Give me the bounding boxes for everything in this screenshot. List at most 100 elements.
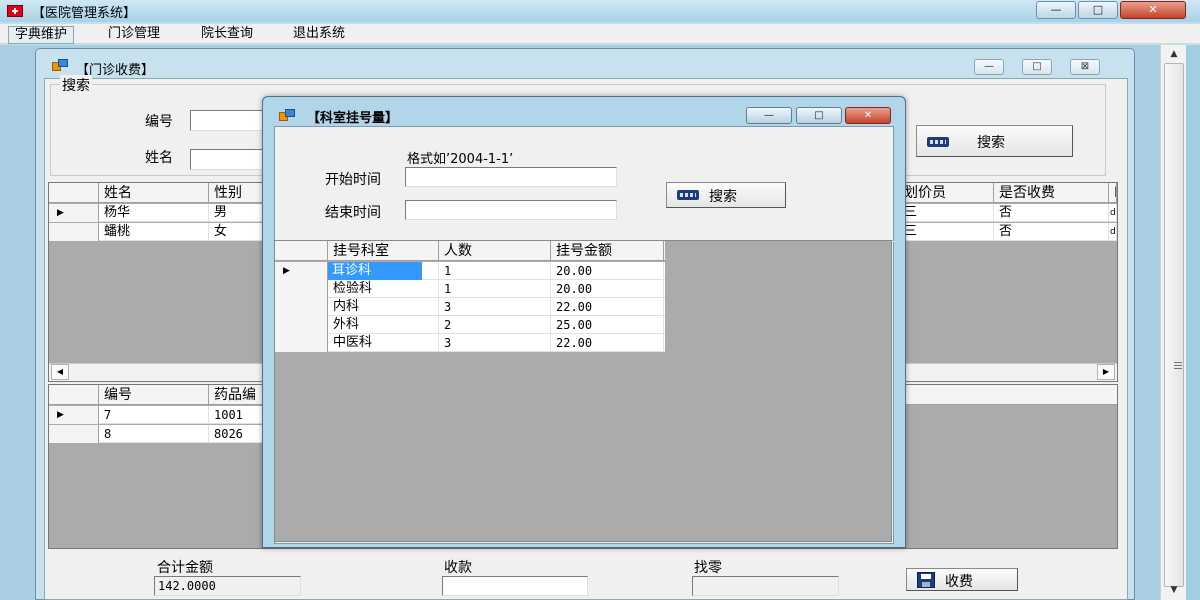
form-icon (279, 109, 295, 121)
menu-item-outpatient[interactable]: 门诊管理 (102, 26, 166, 42)
row-header[interactable]: ▶ (275, 262, 328, 280)
patient-pricer-cell[interactable]: 三 (899, 204, 994, 222)
patient-name-cell[interactable]: 蟠桃 (99, 223, 209, 241)
start-time-field[interactable] (405, 167, 617, 187)
table-row[interactable]: 中医科 3 22.00 (275, 334, 665, 352)
patient-extra-cell[interactable]: d (1109, 223, 1117, 241)
registration-count-cell[interactable]: 1 (439, 262, 551, 280)
registration-dept-cell[interactable]: 中医科 (328, 334, 439, 352)
scroll-down-icon[interactable]: ▼ (1161, 585, 1187, 595)
detail-id-cell[interactable]: 7 (99, 406, 209, 424)
column-header[interactable]: 人数 (439, 241, 551, 261)
column-header[interactable]: L (1109, 183, 1117, 203)
menu-bar: 字典维护 门诊管理 院长查询 退出系统 (0, 24, 1200, 44)
row-header[interactable]: ▶ (49, 406, 99, 424)
change-field (692, 576, 839, 596)
search-group-label: 搜索 (60, 75, 92, 95)
registration-amount-cell[interactable]: 22.00 (551, 334, 664, 352)
scroll-thumb[interactable] (1164, 63, 1184, 587)
patient-pricer-cell[interactable]: 三 (899, 223, 994, 241)
app-maximize-button[interactable]: □ (1078, 1, 1118, 19)
menu-item-dictionary[interactable]: 字典维护 (8, 26, 75, 44)
date-format-hint: 格式如’2004-1-1’ (407, 152, 514, 167)
outpatient-search-button[interactable]: 搜索 (916, 125, 1073, 157)
total-field: 142.0000 (154, 576, 301, 596)
dialog-search-button[interactable]: 搜索 (666, 182, 786, 208)
registration-amount-cell[interactable]: 20.00 (551, 262, 664, 280)
registration-amount-cell[interactable]: 20.00 (551, 280, 664, 298)
received-label: 收款 (444, 560, 472, 576)
menu-item-director-query[interactable]: 院长查询 (195, 26, 259, 42)
menu-item-exit[interactable]: 退出系统 (287, 26, 351, 42)
registration-dept-cell[interactable]: 内科 (328, 298, 439, 316)
charge-button[interactable]: 收费 (906, 568, 1018, 591)
search-icon (927, 134, 951, 150)
registration-dept-cell[interactable]: 耳诊科 (328, 262, 422, 280)
registration-amount-cell[interactable]: 22.00 (551, 298, 664, 316)
scroll-right-icon[interactable]: ▶ (1097, 364, 1115, 380)
registration-grid: 挂号科室 人数 挂号金额 ▶ 耳诊科 1 20.00 检验科 1 20.00 内… (274, 240, 892, 542)
search-icon (677, 187, 701, 203)
change-label: 找零 (694, 560, 722, 576)
row-header[interactable] (49, 425, 99, 443)
vertical-scrollbar[interactable]: ▲ ▼ (1160, 45, 1186, 600)
dialog-maximize-button[interactable]: □ (796, 107, 842, 124)
name-field[interactable] (190, 149, 270, 170)
column-header[interactable]: 挂号科室 (328, 241, 439, 261)
registration-count-cell[interactable]: 2 (439, 316, 551, 334)
row-header[interactable]: ▶ (49, 204, 99, 222)
registration-dept-cell[interactable]: 外科 (328, 316, 439, 334)
scroll-up-icon[interactable]: ▲ (1161, 49, 1187, 59)
table-row[interactable]: 8 8026 (49, 425, 279, 443)
row-header[interactable] (275, 298, 328, 316)
total-label: 合计金额 (157, 560, 213, 576)
table-row[interactable]: 内科 3 22.00 (275, 298, 665, 316)
outpatient-minimize-button[interactable]: — (974, 59, 1004, 75)
name-label: 姓名 (145, 150, 173, 166)
app-title-bar: 【医院管理系统】 — □ ✕ (0, 0, 1200, 22)
column-header[interactable]: 编号 (99, 385, 209, 405)
registration-count-cell[interactable]: 1 (439, 280, 551, 298)
end-time-field[interactable] (405, 200, 617, 220)
registration-amount-cell[interactable]: 25.00 (551, 316, 664, 334)
row-header[interactable] (275, 334, 328, 352)
id-label: 编号 (145, 114, 173, 130)
patient-name-cell[interactable]: 杨华 (99, 204, 209, 222)
patient-charged-cell[interactable]: 否 (994, 223, 1109, 241)
app-close-button[interactable]: ✕ (1120, 1, 1186, 19)
app-minimize-button[interactable]: — (1036, 1, 1076, 19)
app-title: 【医院管理系统】 (32, 6, 137, 21)
table-row[interactable]: ▶ 7 1001 (49, 406, 279, 424)
table-row[interactable]: 检验科 1 20.00 (275, 280, 665, 298)
table-row[interactable]: ▶ 耳诊科 1 20.00 (275, 262, 665, 280)
column-header[interactable]: 挂号金额 (551, 241, 664, 261)
outpatient-maximize-button[interactable]: □ (1022, 59, 1052, 75)
start-time-label: 开始时间 (325, 172, 381, 188)
row-header[interactable] (49, 223, 99, 241)
window-border (1186, 45, 1200, 600)
scroll-left-icon[interactable]: ◀ (51, 364, 69, 380)
dialog-close-button[interactable]: ✕ (845, 107, 891, 124)
column-header[interactable]: 是否收费 (994, 183, 1109, 203)
registration-count-cell[interactable]: 3 (439, 298, 551, 316)
end-time-label: 结束时间 (325, 205, 381, 221)
app-icon (7, 5, 23, 17)
received-field[interactable] (442, 576, 588, 596)
patient-extra-cell[interactable]: d (1109, 204, 1117, 222)
outpatient-close-button[interactable]: ⊠ (1070, 59, 1100, 75)
form-icon (52, 59, 68, 71)
table-row[interactable]: 外科 2 25.00 (275, 316, 665, 334)
dialog-title: 【科室挂号量】 (307, 111, 399, 126)
detail-id-cell[interactable]: 8 (99, 425, 209, 443)
registration-count-cell[interactable]: 3 (439, 334, 551, 352)
row-header[interactable] (275, 316, 328, 334)
column-header[interactable]: 划价员 (899, 183, 994, 203)
id-field[interactable] (190, 110, 270, 131)
dialog-minimize-button[interactable]: — (746, 107, 792, 124)
row-header[interactable] (275, 280, 328, 298)
registration-dept-cell[interactable]: 检验科 (328, 280, 439, 298)
registration-grid-header: 挂号科室 人数 挂号金额 (275, 241, 665, 261)
column-header[interactable]: 姓名 (99, 183, 209, 203)
patient-charged-cell[interactable]: 否 (994, 204, 1109, 222)
save-icon (917, 572, 935, 588)
